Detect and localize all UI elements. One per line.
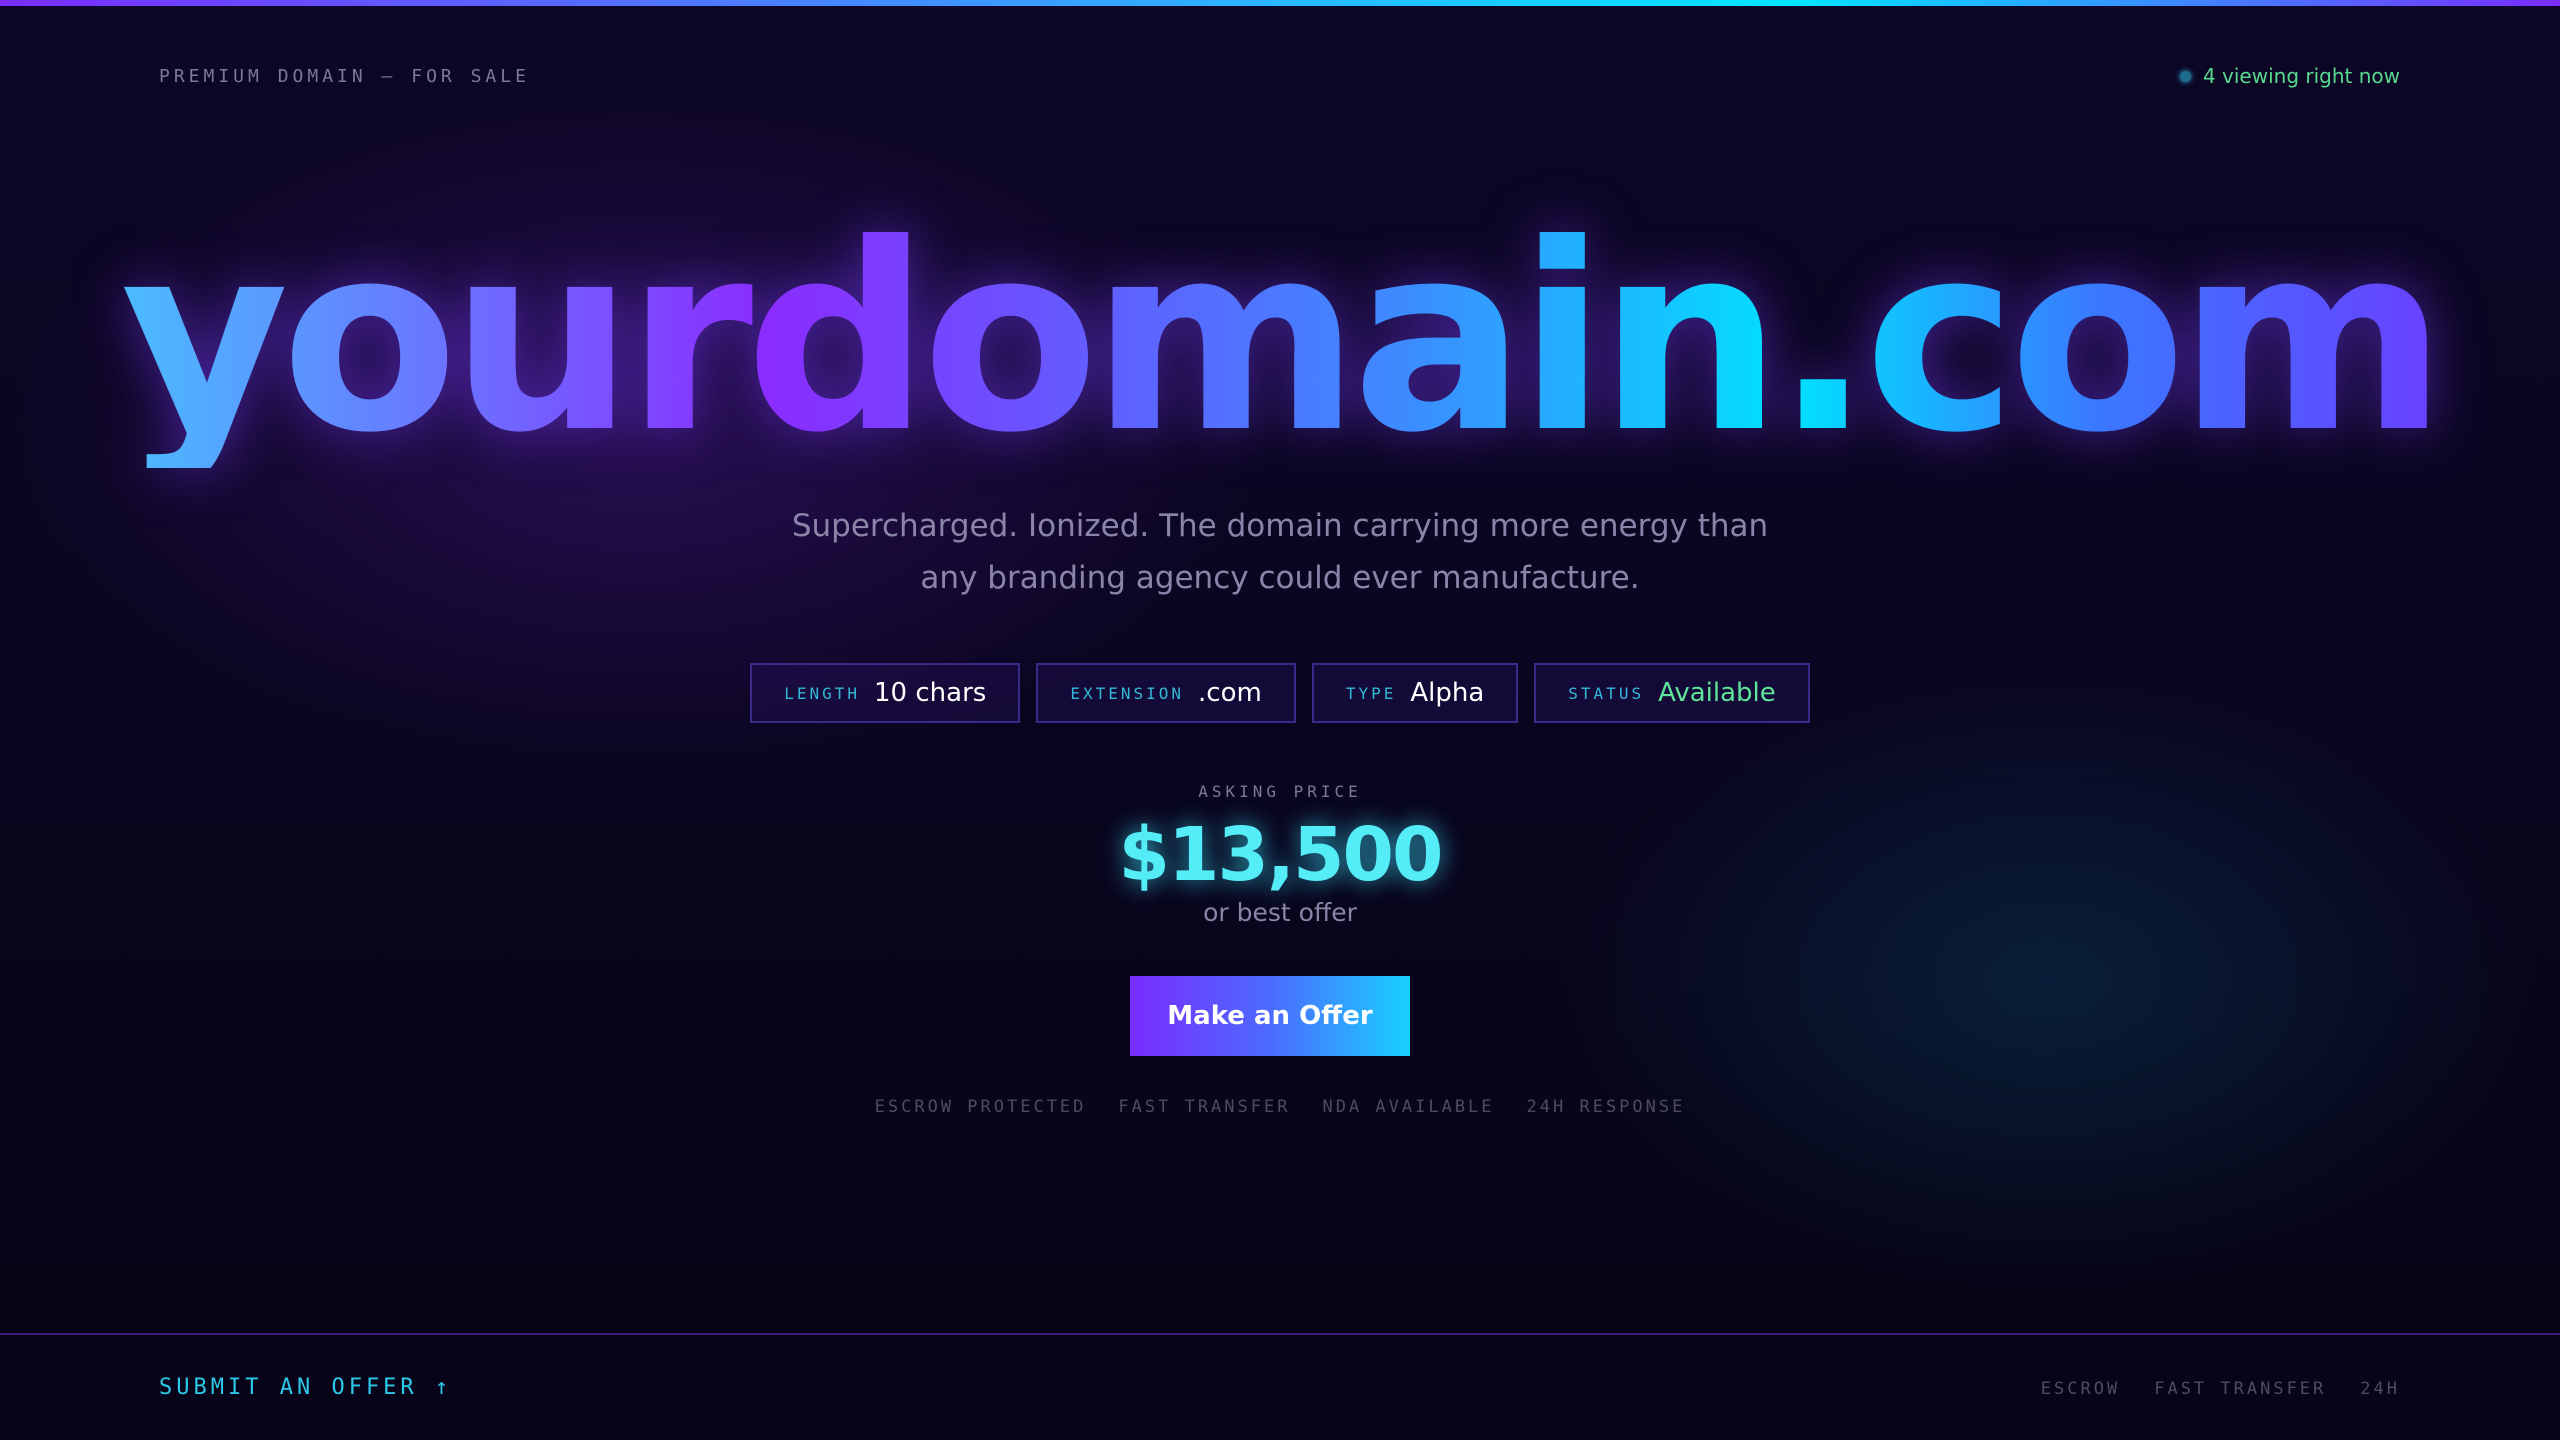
chip-value: Alpha [1410,678,1485,708]
chip-key: STATUS [1568,683,1645,703]
asking-price-label: ASKING PRICE [1198,782,1362,801]
chip-key: TYPE [1345,683,1397,703]
live-dot-icon [2179,70,2191,82]
chip-status: STATUS Available [1534,663,1810,723]
footer-item: FAST TRANSFER [2154,1379,2327,1399]
header-label: PREMIUM DOMAIN — FOR SALE [159,66,530,87]
tagline: Supercharged. Ionized. The domain carryi… [791,508,1769,596]
viewing-count: 4 viewing right now [2202,64,2400,88]
make-offer-button[interactable]: Make an Offer [1130,976,1410,1056]
feature-list: ESCROW PROTECTED FAST TRANSFER NDA AVAIL… [0,1097,2560,1117]
footer-item: ESCROW [2040,1379,2121,1399]
chip-key: LENGTH [784,683,861,703]
price-note: or best offer [1203,898,1357,927]
chip-extension: EXTENSION .com [1036,663,1296,723]
chip-value: 10 chars [874,678,987,708]
viewing-indicator: 4 viewing right now [2179,64,2400,88]
feature-item: FAST TRANSFER [1118,1097,1291,1117]
chip-type: TYPE Alpha [1311,663,1519,723]
footer-item: 24H [2360,1379,2400,1399]
submit-offer-link[interactable]: SUBMIT AN OFFER ↑ [159,1375,452,1400]
footer-features: ESCROW FAST TRANSFER 24H [2041,1379,2400,1399]
feature-item: NDA AVAILABLE [1322,1097,1495,1117]
asking-price: $13,500 [1118,812,1443,898]
feature-item: ESCROW PROTECTED [874,1097,1087,1117]
feature-item: 24H RESPONSE [1526,1097,1686,1117]
domain-attributes: LENGTH 10 chars EXTENSION .com TYPE Alph… [0,663,2560,723]
chip-value: .com [1198,678,1262,708]
chip-key: EXTENSION [1070,683,1185,703]
chip-length: LENGTH 10 chars [750,663,1021,723]
footer: SUBMIT AN OFFER ↑ ESCROW FAST TRANSFER 2… [0,1333,2560,1440]
status-badge: Available [1658,678,1776,708]
top-accent-bar [0,0,2560,6]
domain-headline: yourdomain.com [0,210,2560,468]
